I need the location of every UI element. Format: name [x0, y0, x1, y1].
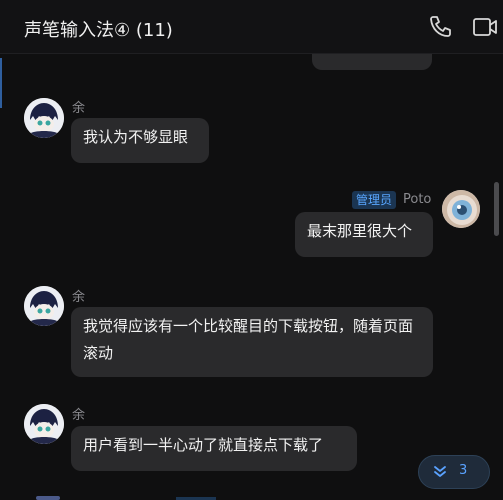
message-bubble[interactable]: 我觉得应该有一个比较醒目的下载按钮，随着页面滚动 — [71, 307, 433, 377]
video-call-icon[interactable] — [472, 14, 498, 40]
message-bubble[interactable]: 用户看到一半心动了就直接点下载了 — [71, 426, 357, 471]
admin-badge: 管理员 — [352, 191, 397, 209]
avatar[interactable] — [24, 404, 64, 444]
avatar[interactable] — [442, 190, 480, 228]
next-avatar-partial — [36, 496, 60, 500]
chat-title: 声笔输入法④ (11) — [24, 20, 173, 41]
message-text: 我认为不够显眼 — [83, 128, 189, 146]
message-bubble[interactable]: 我认为不够显眼 — [71, 118, 209, 163]
message-text: 用户看到一半心动了就直接点下载了 — [83, 436, 324, 454]
sender-name: Poto — [403, 192, 432, 207]
avatar[interactable] — [24, 98, 64, 138]
message-bubble[interactable]: 最末那里很大个 — [295, 212, 433, 257]
selection-indicator — [0, 58, 2, 108]
scrollbar-thumb[interactable] — [494, 182, 499, 236]
previous-message-bubble — [312, 54, 432, 70]
phone-icon[interactable] — [428, 14, 454, 40]
message-text: 最末那里很大个 — [307, 222, 413, 240]
jump-to-new-messages-button[interactable]: 3 — [418, 455, 490, 489]
double-chevron-down-icon — [433, 465, 447, 479]
chat-header: 声笔输入法④ (11) — [0, 0, 503, 54]
message-text: 我觉得应该有一个比较醒目的下载按钮，随着页面滚动 — [83, 317, 414, 362]
sender-name: 余 — [72, 408, 86, 423]
new-message-count: 3 — [459, 463, 468, 478]
avatar[interactable] — [24, 286, 64, 326]
sender-name: 余 — [72, 290, 86, 305]
sender-name: 余 — [72, 101, 86, 116]
